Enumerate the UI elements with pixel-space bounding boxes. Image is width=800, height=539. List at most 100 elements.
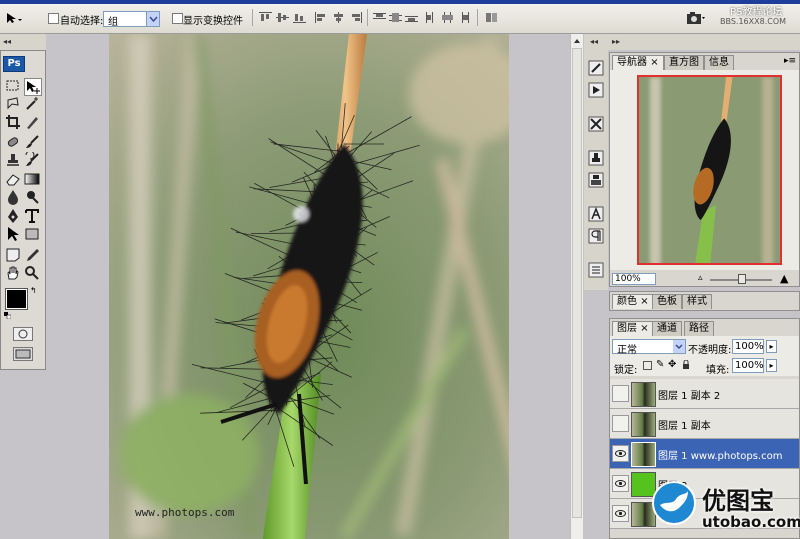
- type-tool-icon[interactable]: [24, 208, 40, 224]
- layer-row[interactable]: 图层 1 副本: [610, 409, 799, 439]
- auto-select-dropdown[interactable]: 组: [103, 11, 160, 28]
- distribute-center-icon[interactable]: [389, 12, 402, 23]
- align-left-icon[interactable]: [315, 12, 328, 23]
- paragraph-panel-icon[interactable]: [588, 228, 604, 244]
- tab-color[interactable]: 颜色 ×: [612, 294, 654, 309]
- eye-icon[interactable]: [612, 475, 629, 492]
- scroll-up-icon[interactable]: [572, 36, 582, 46]
- swap-colors-icon[interactable]: ↰: [30, 286, 37, 295]
- chevron-down-icon[interactable]: [673, 340, 685, 353]
- close-icon[interactable]: ×: [650, 57, 658, 68]
- eyedropper-icon[interactable]: [24, 247, 40, 263]
- brush-tool-icon[interactable]: [24, 134, 40, 150]
- tab-channels[interactable]: 通道: [652, 321, 682, 336]
- blend-mode-dropdown[interactable]: 正常: [612, 339, 686, 356]
- opacity-field[interactable]: 100%: [732, 339, 764, 354]
- eraser-tool-icon[interactable]: [5, 171, 21, 187]
- panel-menu-icon[interactable]: ▸≡: [784, 56, 796, 66]
- collapse-arrows-icon[interactable]: ◂◂: [590, 37, 598, 46]
- clone-source-icon[interactable]: [588, 150, 604, 166]
- zoom-slider-handle[interactable]: [738, 274, 746, 284]
- distribute-top-icon[interactable]: [373, 12, 386, 23]
- distribute-bottom-icon[interactable]: [405, 12, 418, 23]
- lock-all-icon[interactable]: [682, 359, 690, 370]
- ps-logo[interactable]: Ps: [3, 56, 25, 72]
- expand-arrows-icon[interactable]: ▸▸: [612, 37, 620, 46]
- align-right-icon[interactable]: [349, 12, 362, 23]
- crop-tool-icon[interactable]: [5, 114, 21, 130]
- tab-histogram[interactable]: 直方图: [664, 55, 704, 70]
- gradient-tool-icon[interactable]: [24, 171, 40, 187]
- healing-brush-icon[interactable]: [5, 134, 21, 150]
- brushes-panel-icon[interactable]: [588, 60, 604, 76]
- tab-styles[interactable]: 样式: [682, 294, 712, 309]
- distribute-left-icon[interactable]: [425, 12, 438, 23]
- workspace-icon[interactable]: [686, 11, 706, 25]
- distribute-horizontal-icon[interactable]: [441, 12, 454, 23]
- zoom-in-icon[interactable]: ▲: [780, 272, 788, 285]
- eye-icon[interactable]: [612, 445, 629, 462]
- zoom-tool-icon[interactable]: [24, 265, 40, 281]
- distribute-right-icon[interactable]: [457, 12, 470, 23]
- layer-row[interactable]: 图层 1 副本 2: [610, 379, 799, 409]
- align-bottom-icon[interactable]: [293, 12, 306, 23]
- navigator-zoom-field[interactable]: 100%: [612, 273, 656, 285]
- tab-navigator[interactable]: 导航器 ×: [612, 55, 664, 70]
- path-selection-icon[interactable]: [5, 226, 21, 242]
- default-colors-icon[interactable]: [4, 311, 12, 320]
- lock-position-icon[interactable]: ✥: [668, 359, 676, 370]
- actions-panel-icon[interactable]: [588, 82, 604, 98]
- navigator-view-box[interactable]: [637, 75, 782, 265]
- screen-mode-icon[interactable]: [13, 347, 33, 361]
- layer-row[interactable]: 图层 1 www.photops.com: [610, 439, 799, 469]
- align-vertical-center-icon[interactable]: [276, 12, 289, 23]
- lasso-tool-icon[interactable]: [5, 96, 21, 112]
- chevron-down-icon[interactable]: [146, 12, 159, 26]
- dock-header[interactable]: ◂◂ ▸▸: [584, 34, 800, 50]
- history-brush-icon[interactable]: [24, 152, 40, 168]
- auto-select-checkbox[interactable]: [48, 13, 59, 25]
- auto-align-icon[interactable]: [485, 12, 498, 23]
- scroll-thumb[interactable]: [572, 48, 582, 518]
- tab-swatches[interactable]: 色板: [652, 294, 682, 309]
- eye-icon[interactable]: [612, 505, 629, 522]
- toolbox-header[interactable]: ◂◂: [0, 34, 46, 50]
- lock-image-icon[interactable]: ✎: [656, 359, 664, 370]
- pen-tool-icon[interactable]: [5, 208, 21, 224]
- move-tool-preset-icon[interactable]: [6, 12, 28, 24]
- dodge-tool-icon[interactable]: [24, 189, 40, 205]
- lock-transparent-icon[interactable]: [643, 361, 652, 370]
- rectangle-shape-icon[interactable]: [24, 226, 40, 242]
- move-tool-icon[interactable]: [24, 78, 42, 96]
- character-panel-icon[interactable]: [588, 206, 604, 222]
- tab-layers[interactable]: 图层 ×: [612, 321, 654, 336]
- show-transform-checkbox[interactable]: [172, 13, 183, 25]
- canvas-vertical-scrollbar[interactable]: [570, 34, 583, 539]
- hand-tool-icon[interactable]: [5, 265, 21, 281]
- clone-stamp-icon[interactable]: [5, 152, 21, 168]
- foreground-color-swatch[interactable]: [5, 288, 28, 310]
- opacity-slider-icon[interactable]: ▸: [766, 340, 777, 353]
- layer-comps-icon[interactable]: [588, 262, 604, 278]
- document-canvas[interactable]: www.photops.com: [109, 34, 509, 539]
- notes-tool-icon[interactable]: [5, 247, 21, 263]
- align-horizontal-center-icon[interactable]: [332, 12, 345, 23]
- tab-paths[interactable]: 路径: [684, 321, 714, 336]
- tool-presets-icon[interactable]: [588, 116, 604, 132]
- close-icon[interactable]: ×: [640, 323, 648, 334]
- tab-info[interactable]: 信息: [704, 55, 734, 70]
- slice-tool-icon[interactable]: [24, 114, 40, 130]
- layer-visibility-toggle[interactable]: [612, 415, 629, 432]
- quick-mask-icon[interactable]: [13, 327, 33, 341]
- magic-wand-icon[interactable]: [24, 96, 40, 112]
- layer-visibility-toggle[interactable]: [612, 385, 629, 402]
- stamp-panel-icon[interactable]: [588, 172, 604, 188]
- zoom-out-icon[interactable]: ▵: [698, 273, 703, 283]
- rectangular-marquee-icon[interactable]: [5, 78, 21, 94]
- align-top-icon[interactable]: [259, 12, 272, 23]
- collapse-arrows-icon[interactable]: ◂◂: [3, 37, 11, 46]
- blur-tool-icon[interactable]: [5, 189, 21, 205]
- close-icon[interactable]: ×: [640, 296, 648, 307]
- fill-field[interactable]: 100%: [732, 358, 764, 373]
- fill-slider-icon[interactable]: ▸: [766, 359, 777, 372]
